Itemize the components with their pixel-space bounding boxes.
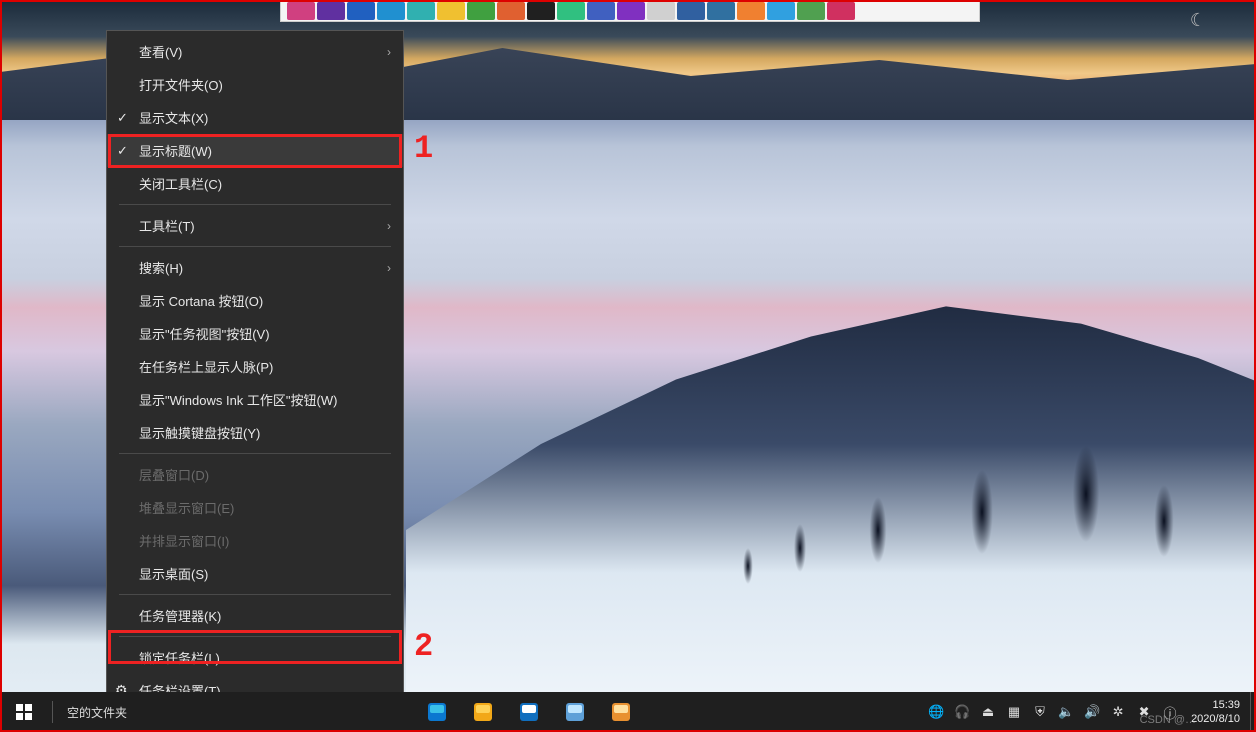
check-icon: ✓ [117,110,128,126]
dock-item[interactable] [467,2,495,20]
taskbar-icon-explorer[interactable] [470,699,496,725]
clock-time: 15:39 [1191,698,1240,712]
menu-item-label: 并排显示窗口(I) [139,531,229,550]
taskbar-context-menu: 查看(V) › 打开文件夹(O) ✓ 显示文本(X) ✓ 显示标题(W) 关闭工具栏(C) 工具… [106,30,404,712]
menu-separator [119,594,391,595]
tray-net-icon[interactable]: ✲ [1109,703,1127,721]
menu-item[interactable]: 在任务栏上显示人脉(P) [107,350,403,383]
chevron-right-icon: › [387,261,391,275]
tray-globe-icon[interactable]: 🌐 [927,703,945,721]
dock-item[interactable] [797,2,825,20]
menu-item[interactable]: 锁定任务栏(L) [107,641,403,674]
menu-item[interactable]: 显示触摸键盘按钮(Y) [107,416,403,449]
dock-item[interactable] [347,2,375,20]
menu-item-label: 显示触摸键盘按钮(Y) [139,423,260,442]
menu-item-label: 在任务栏上显示人脉(P) [139,357,273,376]
menu-separator [119,636,391,637]
menu-item-label: 堆叠显示窗口(E) [139,498,234,517]
menu-item[interactable]: 打开文件夹(O) [107,68,403,101]
menu-item[interactable]: 显示"Windows Ink 工作区"按钮(W) [107,383,403,416]
menu-item-label: 显示标题(W) [139,141,212,160]
menu-item-label: 显示文本(X) [139,108,208,127]
taskbar: 空的文件夹 🌐🎧⏏▦⛨🔈🔊✲✖ⓘ 15:39 2020/8/10 [0,692,1256,732]
taskbar-icon-app-b[interactable] [608,699,634,725]
menu-item-label: 显示桌面(S) [139,564,208,583]
menu-item[interactable]: 查看(V) › [107,35,403,68]
menu-item[interactable]: 搜索(H) › [107,251,403,284]
menu-item-label: 显示 Cortana 按钮(O) [139,291,263,310]
taskbar-icon-edge[interactable] [424,699,450,725]
menu-item[interactable]: 显示桌面(S) [107,557,403,590]
dock-item[interactable] [407,2,435,20]
dock-item[interactable] [377,2,405,20]
menu-item-label: 打开文件夹(O) [139,75,223,94]
dock-item[interactable] [737,2,765,20]
taskbar-icon-app-a[interactable] [562,699,588,725]
menu-item-label: 搜索(H) [139,258,183,277]
menu-item-label: 工具栏(T) [139,216,195,235]
menu-item[interactable]: 显示"任务视图"按钮(V) [107,317,403,350]
menu-item[interactable]: 显示 Cortana 按钮(O) [107,284,403,317]
tray-usb-icon[interactable]: ⏏ [979,703,997,721]
dock-item[interactable] [317,2,345,20]
dock-item[interactable] [677,2,705,20]
menu-item-label: 显示"Windows Ink 工作区"按钮(W) [139,390,337,409]
menu-item[interactable]: ✓ 显示文本(X) [107,101,403,134]
dock-item[interactable] [647,2,675,20]
taskbar-separator [52,701,53,723]
menu-item[interactable]: 工具栏(T) › [107,209,403,242]
check-icon: ✓ [117,143,128,159]
menu-separator [119,453,391,454]
menu-separator [119,246,391,247]
tray-speaker-icon[interactable]: 🔈 [1057,703,1075,721]
show-desktop-button[interactable] [1250,692,1256,732]
menu-item-label: 层叠窗口(D) [139,465,209,484]
dock-item[interactable] [497,2,525,20]
taskbar-icon-store[interactable] [516,699,542,725]
menu-item: 并排显示窗口(I) [107,524,403,557]
dock-item[interactable] [287,2,315,20]
tray-shield-icon[interactable]: ⛨ [1031,703,1049,721]
menu-item[interactable]: ✓ 显示标题(W) [107,134,403,167]
menu-item-label: 锁定任务栏(L) [139,648,220,667]
menu-item-label: 显示"任务视图"按钮(V) [139,324,270,343]
watermark: CSDN @… [1140,714,1196,726]
dock-item[interactable] [587,2,615,20]
menu-item-label: 关闭工具栏(C) [139,174,222,193]
dock-item[interactable] [767,2,795,20]
start-button[interactable] [0,692,48,732]
menu-separator [119,204,391,205]
dock-item[interactable] [557,2,585,20]
menu-item[interactable]: 关闭工具栏(C) [107,167,403,200]
menu-item: 堆叠显示窗口(E) [107,491,403,524]
taskbar-toolbar-label[interactable]: 空的文件夹 [57,704,137,721]
taskbar-pinned-area [137,699,921,725]
moon-icon: ☾ [1190,10,1206,31]
dock-item[interactable] [527,2,555,20]
tray-grid-icon[interactable]: ▦ [1005,703,1023,721]
top-dock-toolbar[interactable] [280,0,980,22]
menu-item-label: 任务管理器(K) [139,606,221,625]
dock-item[interactable] [827,2,855,20]
dock-item[interactable] [707,2,735,20]
tray-headset-icon[interactable]: 🎧 [953,703,971,721]
tray-volume-icon[interactable]: 🔊 [1083,703,1101,721]
menu-item[interactable]: 任务管理器(K) [107,599,403,632]
chevron-right-icon: › [387,45,391,59]
dock-item[interactable] [437,2,465,20]
dock-item[interactable] [617,2,645,20]
clock-date: 2020/8/10 [1191,712,1240,726]
chevron-right-icon: › [387,219,391,233]
menu-item-label: 查看(V) [139,42,182,61]
menu-item: 层叠窗口(D) [107,458,403,491]
